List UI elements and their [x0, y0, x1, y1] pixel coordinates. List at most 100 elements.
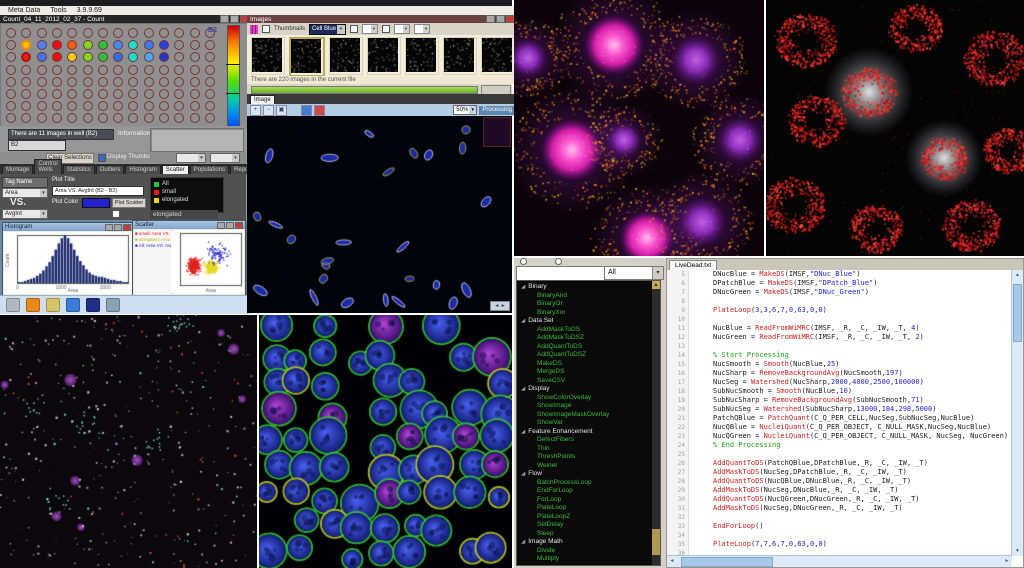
z-combo[interactable] [414, 24, 430, 34]
library-function[interactable]: ShowImageMaskOverlay [517, 411, 650, 420]
plate-well[interactable] [144, 40, 154, 50]
plot-color-swatch[interactable] [82, 198, 110, 208]
image-thumbnail[interactable] [481, 37, 515, 75]
menu-item[interactable]: Tools [50, 7, 66, 14]
taskbar-icon[interactable] [106, 298, 120, 312]
library-category[interactable]: ◢Display [517, 385, 650, 394]
library-function[interactable]: ThreshPoints [517, 453, 650, 462]
image-thumbnail[interactable] [329, 37, 363, 75]
image-thumbnail[interactable] [251, 37, 285, 75]
histogram-window[interactable]: Histogram [2, 222, 134, 296]
plate-well[interactable] [159, 89, 169, 99]
scroll-thumb[interactable] [1013, 284, 1022, 342]
plate-well[interactable] [190, 89, 200, 99]
scatter-series-list[interactable]: ■ small: Area VS. AvgInt■ elongated: Are… [134, 230, 173, 294]
library-function[interactable]: ForLoop [517, 496, 650, 505]
library-function[interactable]: AddQuantToDSZ [517, 351, 650, 360]
image-thumbnail[interactable] [289, 37, 325, 77]
option-checkbox[interactable] [382, 25, 390, 33]
code-line[interactable]: 10 [667, 315, 1012, 324]
plate-well[interactable] [6, 40, 16, 50]
plate-well[interactable] [52, 40, 62, 50]
library-function[interactable]: PlateLoop [517, 504, 650, 513]
scroll-thumb[interactable] [652, 529, 660, 555]
radio-button[interactable] [555, 258, 562, 265]
library-function[interactable]: AddQuantToDS [517, 343, 650, 352]
library-category[interactable]: ◢Feature Enhancement [517, 428, 650, 437]
plate-well[interactable] [6, 65, 16, 75]
maximize-button[interactable] [496, 15, 505, 23]
library-function[interactable]: Weiner [517, 462, 650, 471]
plate-well[interactable] [128, 101, 138, 111]
library-function[interactable]: Multiply [517, 555, 650, 564]
plate-well[interactable] [128, 89, 138, 99]
code-line[interactable]: 19SubNucSharp = RemoveBackgroundAvg(SubN… [667, 396, 1012, 405]
tab-image[interactable]: Image [250, 95, 275, 104]
plate-well[interactable] [6, 52, 16, 62]
plate-well[interactable] [37, 40, 47, 50]
zoom-in-icon[interactable]: + [250, 105, 261, 116]
plate-well[interactable] [21, 101, 31, 111]
plate-well[interactable] [52, 101, 62, 111]
library-function[interactable]: Divide [517, 547, 650, 556]
plate-well[interactable] [159, 77, 169, 87]
plate-well[interactable] [98, 28, 108, 38]
radio-button[interactable] [520, 258, 527, 265]
thumbnails-checkbox[interactable] [262, 25, 270, 33]
code-line[interactable]: 30AddQuantToDS(NucQGreen,DNucGreen,_R, _… [667, 495, 1012, 504]
code-line[interactable]: 12NucGreen = ReadFromWiMRC(IMSF, _R, _C,… [667, 333, 1012, 342]
plate-well[interactable] [83, 65, 93, 75]
plate-well[interactable] [174, 28, 184, 38]
taskbar-icon[interactable] [46, 298, 60, 312]
plate-well[interactable] [190, 113, 200, 123]
tab-montage[interactable]: Montage [2, 165, 33, 174]
plate-well[interactable] [113, 40, 123, 50]
plate-well[interactable] [174, 77, 184, 87]
plate-well[interactable] [6, 101, 16, 111]
overview-thumbnail[interactable] [483, 117, 511, 147]
code-line[interactable]: 15NucSmooth = Smooth(NucBlue,25) [667, 360, 1012, 369]
plate-well[interactable] [190, 28, 200, 38]
plate-well[interactable] [174, 89, 184, 99]
plate-well[interactable] [159, 113, 169, 123]
plate-well[interactable] [159, 40, 169, 50]
minimize-button[interactable] [105, 224, 113, 231]
taskbar-icon[interactable] [86, 298, 100, 312]
plate-well[interactable] [37, 28, 47, 38]
plate-well[interactable] [52, 65, 62, 75]
plate-well[interactable] [113, 28, 123, 38]
plate-well[interactable] [67, 77, 77, 87]
count-window-titlebar[interactable]: Count_04_11_2012_02_37 - Count [0, 15, 252, 23]
library-function[interactable]: MergeDS [517, 368, 650, 377]
code-line[interactable]: 6DPatchBlue = MakeDS(IMSF,"DPatch_Blue") [667, 279, 1012, 288]
plate-well[interactable] [113, 89, 123, 99]
plate-well[interactable] [67, 28, 77, 38]
plate-well[interactable] [128, 52, 138, 62]
library-category[interactable]: ◢Binary [517, 283, 650, 292]
plate-well[interactable] [67, 89, 77, 99]
plate-well[interactable] [159, 101, 169, 111]
library-function[interactable]: DetectFibers [517, 436, 650, 445]
plate-well[interactable] [113, 77, 123, 87]
maximize-button[interactable] [114, 224, 122, 231]
plate-well[interactable] [113, 65, 123, 75]
plate-well[interactable] [174, 52, 184, 62]
code-line[interactable]: 8 [667, 297, 1012, 306]
tab-statistics[interactable]: Statistics [63, 165, 95, 174]
plate-well[interactable] [52, 28, 62, 38]
plate-well[interactable] [67, 101, 77, 111]
plate-well[interactable] [98, 65, 108, 75]
code-line[interactable]: 5DNucBlue = MakeDS(IMSF,"DNuc_Blue") [667, 270, 1012, 279]
plate-well[interactable] [190, 52, 200, 62]
plate-well[interactable] [98, 89, 108, 99]
plate-well[interactable] [205, 113, 215, 123]
plate-well[interactable] [128, 40, 138, 50]
library-function[interactable]: BinaryOr [517, 300, 650, 309]
plate-well[interactable] [21, 65, 31, 75]
library-function[interactable]: AddMaskToDSZ [517, 334, 650, 343]
option-checkbox[interactable] [350, 25, 358, 33]
scatter-window[interactable]: Scatter ■ small: Area VS. AvgInt■ elonga… [132, 220, 246, 296]
code-line[interactable]: 35PlateLoop(7,7,6,7,0,63,0,0) [667, 540, 1012, 549]
library-category[interactable]: ◢Data Set [517, 317, 650, 326]
tab-control-wells[interactable]: Control Wells [34, 159, 61, 174]
